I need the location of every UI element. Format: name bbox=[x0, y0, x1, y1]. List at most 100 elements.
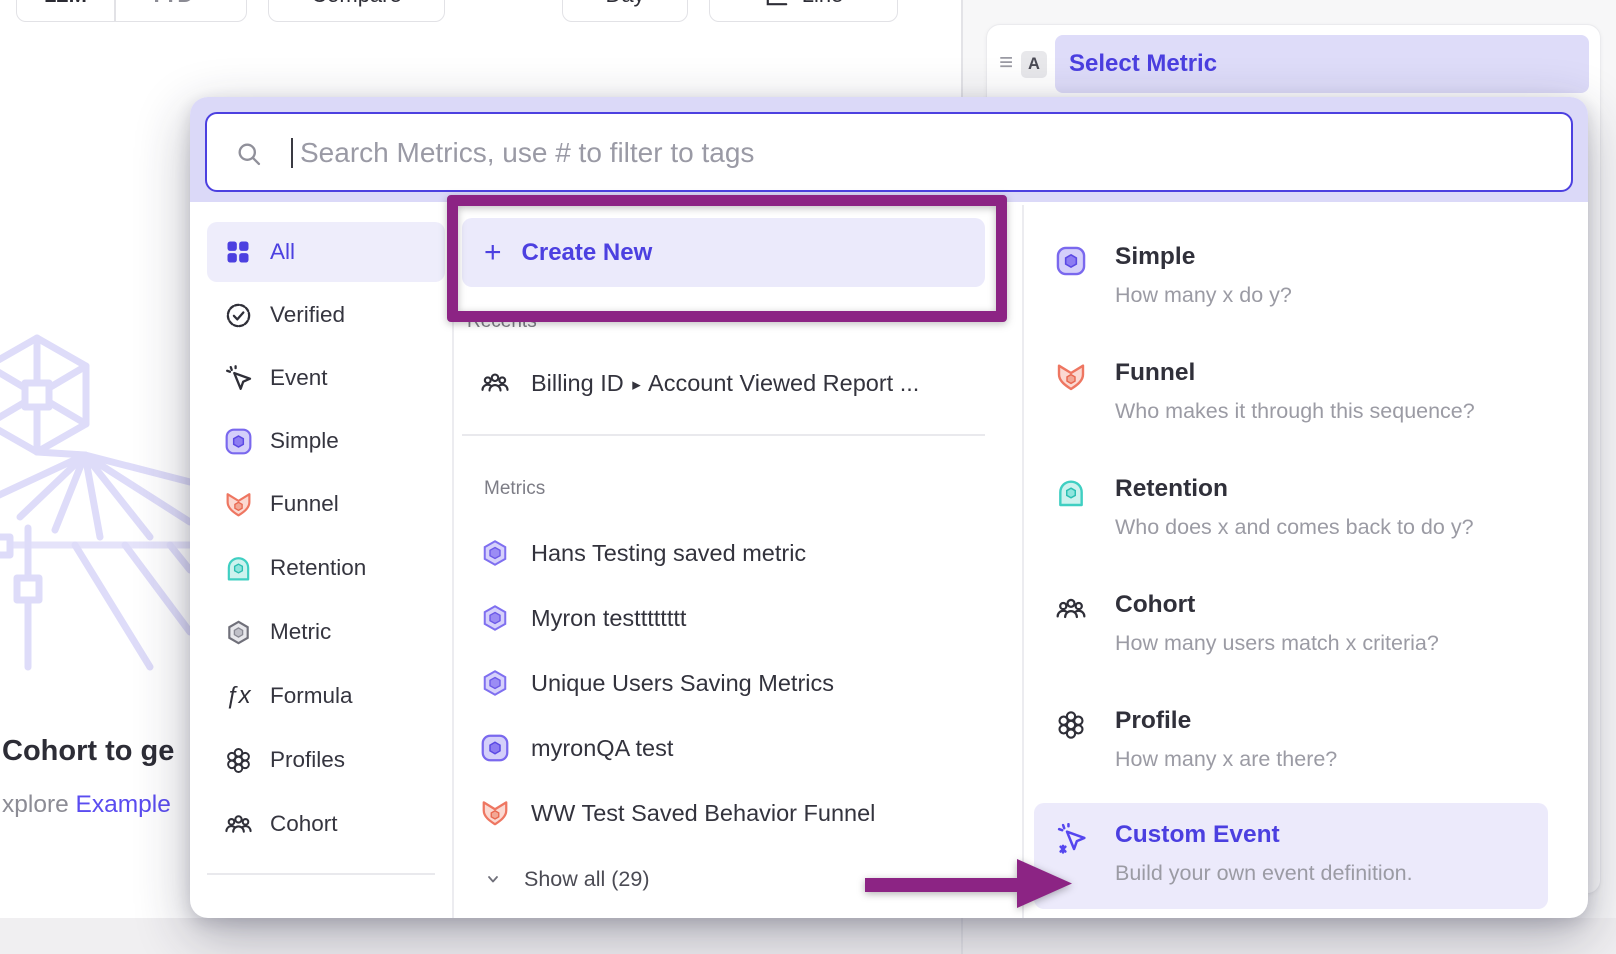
type-row-custom-event[interactable]: Custom Event Build your own event defini… bbox=[1034, 803, 1548, 909]
sidebar-item-all[interactable]: All bbox=[207, 222, 445, 282]
sidebar-item-verified[interactable]: Verified bbox=[207, 285, 445, 345]
wireframe-illustration bbox=[0, 332, 190, 672]
metric-list-item[interactable]: WW Test Saved Behavior Funnel bbox=[480, 793, 875, 833]
compare-button[interactable]: Compare bbox=[268, 0, 445, 22]
sidebar-item-label: Retention bbox=[270, 555, 366, 581]
type-title: Profile bbox=[1115, 707, 1191, 735]
series-a-label: A bbox=[1028, 55, 1040, 74]
series-a-badge: A bbox=[1021, 51, 1047, 78]
sidebar-item-label: All bbox=[270, 239, 295, 265]
cohort-people-icon bbox=[1055, 593, 1087, 625]
sidebar-item-label: Event bbox=[270, 365, 328, 391]
empty-state-heading: Cohort to ge bbox=[2, 735, 174, 768]
sidebar-item-label: Verified bbox=[270, 302, 345, 328]
profiles-flower-icon bbox=[1055, 709, 1087, 741]
recents-heading: Recents bbox=[467, 311, 537, 333]
sidebar-item-label: Formula bbox=[270, 683, 353, 709]
funnel-icon bbox=[1055, 361, 1087, 393]
retention-icon bbox=[1055, 477, 1087, 509]
day-label: Day bbox=[605, 0, 644, 8]
sidebar-item-label: Cohort bbox=[270, 811, 338, 837]
sidebar-item-profiles[interactable]: Profiles bbox=[207, 730, 445, 790]
sidebar-section-divider bbox=[207, 873, 435, 875]
grid-icon bbox=[223, 237, 253, 267]
date-range-segmented-control[interactable]: 12M YTD bbox=[16, 0, 247, 22]
type-description: Who does x and comes back to do y? bbox=[1115, 515, 1474, 540]
metric-item-label: Hans Testing saved metric bbox=[531, 540, 806, 567]
metric-list-item[interactable]: Unique Users Saving Metrics bbox=[480, 663, 834, 703]
metric-list-item[interactable]: myronQA test bbox=[480, 728, 673, 768]
sidebar-item-partial[interactable]: T bbox=[207, 897, 445, 918]
select-metric-dropdown[interactable]: Select Metric bbox=[1055, 35, 1589, 93]
type-description: Who makes it through this sequence? bbox=[1115, 399, 1475, 424]
custom-event-cursor-icon bbox=[1055, 823, 1087, 855]
simple-metric-icon bbox=[480, 733, 510, 763]
show-all-label: Show all (29) bbox=[524, 867, 649, 892]
recent-event-name: Account Viewed Report ... bbox=[648, 370, 919, 396]
type-description: How many x do y? bbox=[1115, 283, 1292, 308]
sidebar-item-label: T bbox=[270, 914, 284, 918]
metric-list-item[interactable]: Hans Testing saved metric bbox=[480, 533, 806, 573]
sidebar-item-label: Funnel bbox=[270, 491, 339, 517]
subtext-fragment: xplore bbox=[2, 791, 76, 818]
show-all-toggle[interactable]: Show all (29) bbox=[484, 859, 649, 899]
cohort-people-icon bbox=[480, 368, 510, 398]
event-cursor-icon bbox=[223, 363, 253, 393]
metric-item-label: Myron testttttttt bbox=[531, 605, 686, 632]
recent-item-label: Billing ID ▸ Account Viewed Report ... bbox=[531, 370, 919, 397]
drag-handle-icon[interactable]: ≡ bbox=[999, 49, 1013, 77]
metric-item-label: WW Test Saved Behavior Funnel bbox=[531, 800, 875, 827]
chevron-down-icon bbox=[484, 870, 502, 888]
type-row-retention[interactable]: Retention Who does x and comes back to d… bbox=[1034, 463, 1548, 559]
sidebar-divider bbox=[452, 205, 454, 918]
caret-down-icon bbox=[200, 0, 212, 1]
recents-metrics-divider bbox=[462, 434, 985, 436]
heading-text: Cohort to ge bbox=[2, 735, 174, 767]
range-ytd-button[interactable]: YTD bbox=[116, 0, 247, 21]
example-link[interactable]: Example bbox=[76, 791, 171, 818]
search-box bbox=[205, 112, 1573, 192]
formula-icon: ƒx bbox=[223, 681, 253, 711]
breadcrumb-arrow-icon: ▸ bbox=[632, 375, 641, 394]
metric-item-label: Unique Users Saving Metrics bbox=[531, 670, 834, 697]
simple-metric-icon bbox=[223, 426, 253, 456]
range-12m-button[interactable]: 12M bbox=[17, 0, 114, 21]
sidebar-item-retention[interactable]: Retention bbox=[207, 538, 445, 598]
metric-item-label: myronQA test bbox=[531, 735, 673, 762]
saved-metric-hexagon-icon bbox=[480, 538, 510, 568]
sidebar-item-event[interactable]: Event bbox=[207, 348, 445, 408]
sidebar-item-metric[interactable]: Metric bbox=[207, 602, 445, 662]
metric-list-item[interactable]: Myron testttttttt bbox=[480, 598, 686, 638]
type-description: Build your own event definition. bbox=[1115, 861, 1413, 886]
type-row-funnel[interactable]: Funnel Who makes it through this sequenc… bbox=[1034, 347, 1548, 443]
simple-metric-icon bbox=[1055, 245, 1087, 277]
create-new-button[interactable]: + Create New bbox=[462, 218, 985, 287]
sidebar-item-funnel[interactable]: Funnel bbox=[207, 474, 445, 534]
search-input[interactable] bbox=[298, 114, 1502, 192]
line-chart-icon bbox=[764, 0, 790, 8]
retention-icon bbox=[223, 553, 253, 583]
tag-icon bbox=[223, 912, 253, 918]
type-description: How many users match x criteria? bbox=[1115, 631, 1439, 656]
chart-type-line-button[interactable]: Line bbox=[709, 0, 898, 22]
saved-metric-hexagon-icon bbox=[480, 668, 510, 698]
type-row-cohort[interactable]: Cohort How many users match x criteria? bbox=[1034, 579, 1548, 675]
profiles-flower-icon bbox=[223, 745, 253, 775]
types-divider bbox=[1022, 205, 1024, 918]
granularity-day-button[interactable]: Day bbox=[562, 0, 688, 22]
type-description: How many x are there? bbox=[1115, 747, 1337, 772]
cohort-people-icon bbox=[223, 809, 253, 839]
funnel-icon bbox=[223, 489, 253, 519]
recent-item[interactable]: Billing ID ▸ Account Viewed Report ... bbox=[480, 363, 919, 403]
sidebar-item-label: Metric bbox=[270, 619, 331, 645]
app-screen: 12M YTD Compare Day Line bbox=[0, 0, 1616, 954]
type-title: Retention bbox=[1115, 475, 1228, 503]
empty-state-subtext: xplore Example bbox=[2, 791, 188, 819]
type-row-profile[interactable]: Profile How many x are there? bbox=[1034, 695, 1548, 791]
type-title: Simple bbox=[1115, 243, 1195, 271]
sidebar-item-cohort[interactable]: Cohort bbox=[207, 794, 445, 854]
funnel-icon bbox=[480, 798, 510, 828]
sidebar-item-formula[interactable]: ƒx Formula bbox=[207, 666, 445, 726]
type-row-simple[interactable]: Simple How many x do y? bbox=[1034, 231, 1548, 327]
sidebar-item-simple[interactable]: Simple bbox=[207, 411, 445, 471]
